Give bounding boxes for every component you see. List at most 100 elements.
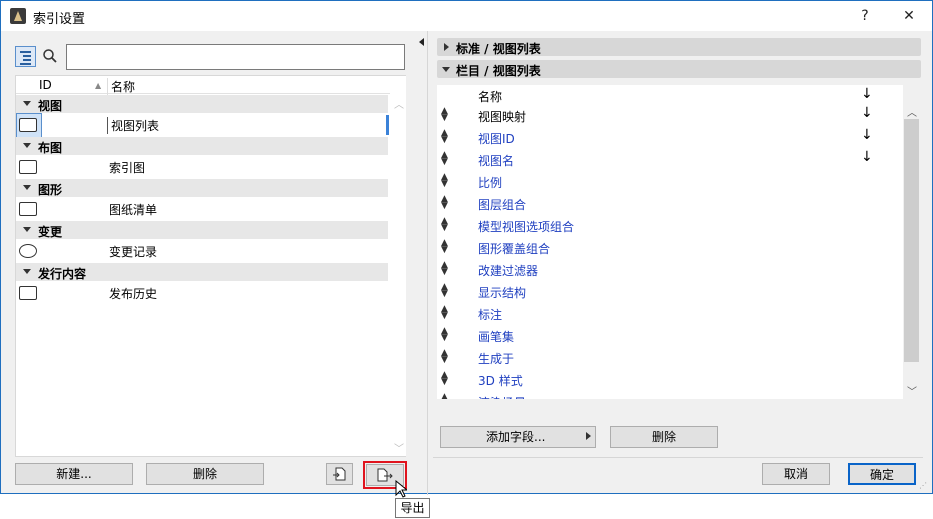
group-drawing[interactable]: 图形 (16, 179, 388, 197)
dialog-title: 索引设置 (33, 12, 86, 27)
scroll-down-icon[interactable]: ﹀ (907, 383, 917, 398)
sort-arrow-icon: ↓ (861, 86, 873, 102)
selection-marker (386, 115, 389, 135)
scroll-thumb[interactable] (904, 119, 919, 362)
collapse-icon (442, 67, 450, 72)
drag-handle-icon[interactable]: ▲▼ (441, 283, 448, 299)
drag-handle-icon[interactable]: ▲▼ (441, 195, 448, 211)
columns-header: 名称 ↓ (478, 86, 873, 104)
layout-icon (19, 160, 37, 174)
list-item[interactable]: 图纸清单 (16, 197, 388, 221)
drag-handle-icon[interactable]: ▲▼ (441, 327, 448, 343)
export-tooltip: 导出 (395, 498, 430, 518)
column-row[interactable]: ▲ ▼ 生成于 (437, 346, 903, 368)
close-button[interactable]: ✕ (899, 6, 919, 26)
group-view[interactable]: 视图 (16, 95, 388, 113)
collapse-icon (23, 185, 31, 190)
drag-handle-icon[interactable]: ▲▼ (441, 305, 448, 321)
sort-arrow-icon[interactable]: ↓ (861, 149, 873, 165)
column-name: 渲染场景 (478, 394, 526, 399)
sort-arrow-icon[interactable]: ↓ (861, 105, 873, 121)
list-item[interactable]: 发布历史 (16, 281, 388, 305)
columns-scrollbar[interactable]: ︿ ﹀ (903, 85, 921, 399)
drag-handle-icon[interactable]: ▲▼ (441, 393, 448, 400)
sort-up-icon: ▲ (95, 81, 102, 90)
column-name: 图形覆盖组合 (478, 242, 551, 256)
column-name: 比例 (478, 176, 503, 190)
index-list: ID ▲ 名称 视图 视图列表 布图 索引图 图形 图纸清单 变更 变更记录 发… (15, 75, 406, 457)
column-row[interactable]: ▲ ▼ 标注 (437, 302, 903, 324)
scroll-up-icon[interactable]: ︿ (394, 96, 404, 111)
collapse-icon (23, 227, 31, 232)
cancel-button[interactable]: 取消 (762, 463, 830, 485)
drag-handle-icon[interactable]: ▲▼ (441, 349, 448, 365)
ok-button[interactable]: 确定 (848, 463, 916, 485)
column-row[interactable]: ▲ ▼ 视图映射 ↓ (437, 104, 903, 126)
list-item[interactable]: 视图列表 (16, 113, 389, 139)
column-row[interactable]: ▲ ▼ 比例 (437, 170, 903, 192)
search-icon (43, 49, 57, 63)
columns-list: 名称 ↓ ▲ ▼ 视图映射 ↓ ▲ ▼ 视图ID ↓ ▲ ▼ 视图名 ↓ ▲ ▼ 比例 ▲ ▼ 图层组合 ▲ ▼ 模型视… (437, 85, 921, 399)
criteria-bar[interactable]: 标准 / 视图列表 (437, 38, 921, 56)
help-button[interactable]: ? (855, 6, 875, 26)
column-row[interactable]: ▲ ▼ 视图名 ↓ (437, 148, 903, 170)
scroll-up-icon[interactable]: ︿ (907, 104, 917, 119)
column-row[interactable]: ▲ ▼ 显示结构 (437, 280, 903, 302)
footer-divider (433, 457, 923, 458)
expand-icon (444, 43, 449, 51)
delete-button[interactable]: 删除 (146, 463, 264, 485)
column-row[interactable]: ▲ ▼ 图形覆盖组合 (437, 236, 903, 258)
drag-handle-icon[interactable]: ▲▼ (441, 173, 448, 189)
collapse-icon (23, 143, 31, 148)
column-row[interactable]: ▲ ▼ 模型视图选项组合 (437, 214, 903, 236)
column-name: 3D 样式 (478, 374, 523, 388)
column-row[interactable]: ▲ ▼ 视图ID ↓ (437, 126, 903, 148)
collapse-left-icon[interactable] (419, 38, 424, 46)
column-name: 生成于 (478, 352, 515, 366)
collapse-icon (23, 101, 31, 106)
drag-handle-icon[interactable]: ▲▼ (441, 239, 448, 255)
import-icon (332, 467, 345, 481)
import-button[interactable] (326, 463, 353, 485)
delete-field-button[interactable]: 删除 (610, 426, 718, 448)
tree-view-toggle-icon[interactable] (15, 46, 36, 67)
new-button[interactable]: 新建... (15, 463, 133, 485)
column-row[interactable]: ▲▼ 渲染场景 (437, 390, 903, 400)
drag-handle-icon[interactable]: ▲▼ (441, 151, 448, 167)
column-name: 改建过滤器 (478, 264, 539, 278)
column-name: 标注 (478, 308, 503, 322)
index-settings-dialog: 索引设置 ? ✕ ID ▲ 名称 视图 视图列表 布图 索引图 图形 图纸清单 … (0, 0, 933, 498)
list-scrollbar[interactable]: ︿ ﹀ (390, 76, 406, 456)
sort-arrow-icon[interactable]: ↓ (861, 127, 873, 143)
drag-handle-icon[interactable]: ▲▼ (441, 107, 448, 123)
column-name: 视图映射 (478, 110, 527, 124)
group-change[interactable]: 变更 (16, 221, 388, 239)
resize-grip-icon[interactable]: ⋰ (919, 481, 929, 491)
scroll-down-icon[interactable]: ﹀ (394, 440, 404, 455)
collapse-icon (23, 269, 31, 274)
column-name: 图层组合 (478, 198, 527, 212)
drag-handle-icon[interactable]: ▲▼ (441, 261, 448, 277)
column-name: 视图名 (478, 154, 515, 168)
search-input[interactable] (66, 44, 405, 70)
list-item[interactable]: 索引图 (16, 155, 388, 179)
drag-handle-icon[interactable]: ▲▼ (441, 217, 448, 233)
group-issue[interactable]: 发行内容 (16, 263, 388, 281)
name-column-header[interactable]: 名称 (107, 78, 135, 95)
group-layout[interactable]: 布图 (16, 137, 388, 155)
column-name: 画笔集 (478, 330, 515, 344)
publish-icon (19, 286, 37, 300)
submenu-arrow-icon (586, 432, 591, 440)
column-row[interactable]: ▲ ▼ 改建过滤器 (437, 258, 903, 280)
column-row[interactable]: ▲ ▼ 画笔集 (437, 324, 903, 346)
column-row[interactable]: ▲ ▼ 3D 样式 (437, 368, 903, 390)
add-field-button[interactable]: 添加字段... (440, 426, 596, 448)
column-row[interactable]: ▲ ▼ 图层组合 (437, 192, 903, 214)
drag-handle-icon[interactable]: ▲▼ (441, 129, 448, 145)
list-item[interactable]: 变更记录 (16, 239, 388, 263)
drag-handle-icon[interactable]: ▲▼ (441, 371, 448, 387)
panel-divider[interactable] (427, 31, 428, 495)
id-column-header[interactable]: ID (39, 78, 52, 92)
list-header: ID ▲ 名称 (16, 76, 390, 95)
columns-bar[interactable]: 栏目 / 视图列表 (437, 60, 921, 78)
